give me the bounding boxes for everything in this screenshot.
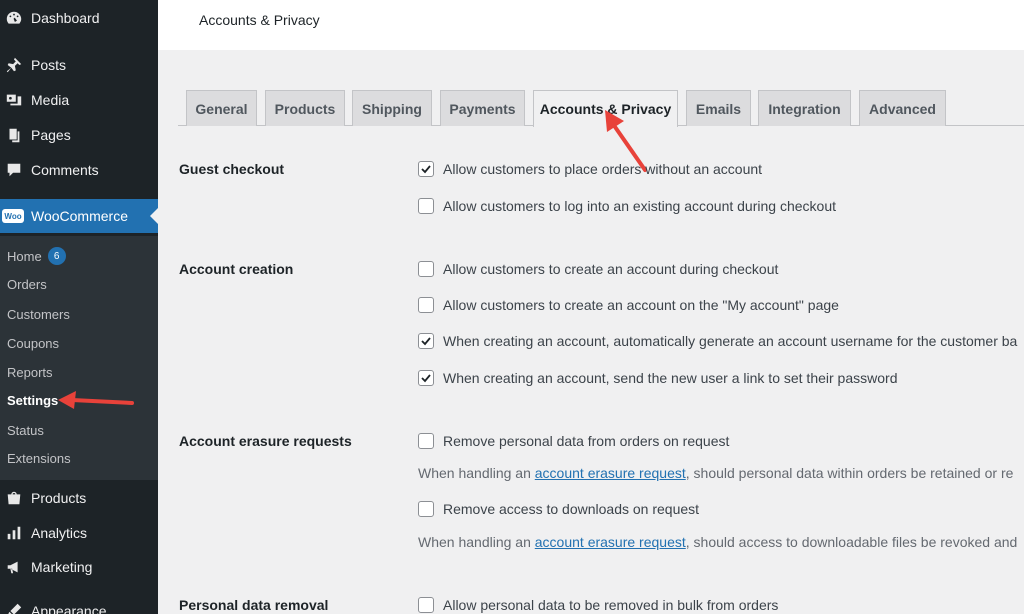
menu-item-label: Dashboard <box>31 10 100 26</box>
menu-item-posts[interactable]: Posts <box>0 48 158 82</box>
page-header: Accounts & Privacy <box>158 0 1024 50</box>
checkbox-unchecked[interactable] <box>418 198 434 214</box>
link-account-erasure-request[interactable]: account erasure request <box>535 534 686 550</box>
checkbox-unchecked[interactable] <box>418 261 434 277</box>
option-create-my-account[interactable]: Allow customers to create an account on … <box>418 297 839 313</box>
settings-tabs: General Products Shipping Payments Accou… <box>178 90 1024 127</box>
products-icon <box>4 488 24 508</box>
checkbox-unchecked[interactable] <box>418 597 434 613</box>
option-label: When creating an account, automatically … <box>443 333 1018 349</box>
description-text: When handling an <box>418 534 535 550</box>
admin-sidebar: Dashboard Posts Media Pages Comments Woo… <box>0 0 158 614</box>
notification-badge: 6 <box>47 247 66 265</box>
comment-icon <box>4 160 24 180</box>
option-label: Allow customers to create an account on … <box>443 297 839 313</box>
submenu-item-label: Home <box>7 248 42 264</box>
checkbox-checked[interactable] <box>418 333 434 349</box>
label-account-erasure: Account erasure requests <box>179 433 352 449</box>
tab-general[interactable]: General <box>186 90 257 126</box>
checkbox-unchecked[interactable] <box>418 501 434 517</box>
submenu-item-settings[interactable]: Settings <box>7 390 58 410</box>
option-guest-place-orders[interactable]: Allow customers to place orders without … <box>418 161 762 177</box>
media-icon <box>4 90 24 110</box>
description-erasure-orders: When handling an account erasure request… <box>418 465 1013 481</box>
menu-item-woocommerce[interactable]: Woo WooCommerce <box>0 199 158 233</box>
menu-item-comments[interactable]: Comments <box>0 153 158 187</box>
option-create-during-checkout[interactable]: Allow customers to create an account dur… <box>418 261 778 277</box>
option-label: Allow customers to create an account dur… <box>443 261 779 277</box>
submenu-item-orders[interactable]: Orders <box>7 274 47 294</box>
menu-item-pages[interactable]: Pages <box>0 118 158 152</box>
menu-item-label: Marketing <box>31 559 93 575</box>
woocommerce-submenu: Home 6 Orders Customers Coupons Reports … <box>0 236 158 480</box>
option-label: Remove access to downloads on request <box>443 501 700 517</box>
menu-item-label: Products <box>31 490 87 506</box>
option-remove-order-data[interactable]: Remove personal data from orders on requ… <box>418 433 729 449</box>
option-guest-login-existing[interactable]: Allow customers to log into an existing … <box>418 198 836 214</box>
woocommerce-logo: Woo <box>2 209 24 223</box>
page-title: Accounts & Privacy <box>199 12 320 28</box>
menu-item-marketing[interactable]: Marketing <box>0 550 158 584</box>
option-label: When creating an account, send the new u… <box>443 370 898 386</box>
tab-shipping[interactable]: Shipping <box>352 90 432 126</box>
menu-item-analytics[interactable]: Analytics <box>0 516 158 550</box>
option-generate-username[interactable]: When creating an account, automatically … <box>418 333 1017 349</box>
submenu-item-reports[interactable]: Reports <box>7 362 53 382</box>
dashboard-icon <box>4 8 24 28</box>
label-guest-checkout: Guest checkout <box>179 161 285 177</box>
label-account-creation: Account creation <box>179 261 294 277</box>
tab-accounts-privacy[interactable]: Accounts & Privacy <box>533 90 678 127</box>
link-account-erasure-request[interactable]: account erasure request <box>535 465 686 481</box>
checkbox-checked[interactable] <box>418 370 434 386</box>
appearance-icon <box>4 601 24 614</box>
tab-integration[interactable]: Integration <box>758 90 851 126</box>
submenu-item-coupons[interactable]: Coupons <box>7 333 59 353</box>
menu-item-label: Pages <box>31 127 71 143</box>
checkbox-checked[interactable] <box>418 161 434 177</box>
menu-item-label: Posts <box>31 57 67 73</box>
option-bulk-remove-personal-data[interactable]: Allow personal data to be removed in bul… <box>418 597 778 613</box>
submenu-item-customers[interactable]: Customers <box>7 304 70 324</box>
submenu-item-status[interactable]: Status <box>7 420 44 440</box>
option-label: Allow customers to place orders without … <box>443 161 763 177</box>
menu-item-label: Comments <box>31 162 99 178</box>
option-label: Remove personal data from orders on requ… <box>443 433 730 449</box>
option-label: Allow customers to log into an existing … <box>443 198 836 214</box>
tab-advanced[interactable]: Advanced <box>859 90 946 126</box>
description-erasure-downloads: When handling an account erasure request… <box>418 534 1017 550</box>
menu-item-label: Appearance <box>31 603 107 614</box>
analytics-icon <box>4 523 24 543</box>
megaphone-icon <box>4 557 24 577</box>
pages-icon <box>4 125 24 145</box>
tab-products[interactable]: Products <box>265 90 345 126</box>
option-label: Allow personal data to be removed in bul… <box>443 597 779 613</box>
label-personal-data-removal: Personal data removal <box>179 597 329 613</box>
tab-payments[interactable]: Payments <box>440 90 525 126</box>
menu-item-label: WooCommerce <box>31 208 128 224</box>
tab-emails[interactable]: Emails <box>686 90 751 126</box>
option-send-password-link[interactable]: When creating an account, send the new u… <box>418 370 897 386</box>
pin-icon <box>4 55 24 75</box>
description-text: , should personal data within orders be … <box>685 465 1014 481</box>
submenu-item-home[interactable]: Home 6 <box>7 246 66 266</box>
menu-item-label: Media <box>31 92 70 108</box>
checkbox-unchecked[interactable] <box>418 433 434 449</box>
checkbox-unchecked[interactable] <box>418 297 434 313</box>
menu-item-dashboard[interactable]: Dashboard <box>0 1 158 35</box>
description-text: When handling an <box>418 465 535 481</box>
menu-item-appearance[interactable]: Appearance <box>0 594 158 614</box>
option-remove-downloads[interactable]: Remove access to downloads on request <box>418 501 699 517</box>
submenu-item-extensions[interactable]: Extensions <box>7 448 71 468</box>
menu-item-media[interactable]: Media <box>0 83 158 117</box>
menu-item-products[interactable]: Products <box>0 481 158 515</box>
description-text: , should access to downloadable files be… <box>685 534 1018 550</box>
menu-item-label: Analytics <box>31 525 88 541</box>
